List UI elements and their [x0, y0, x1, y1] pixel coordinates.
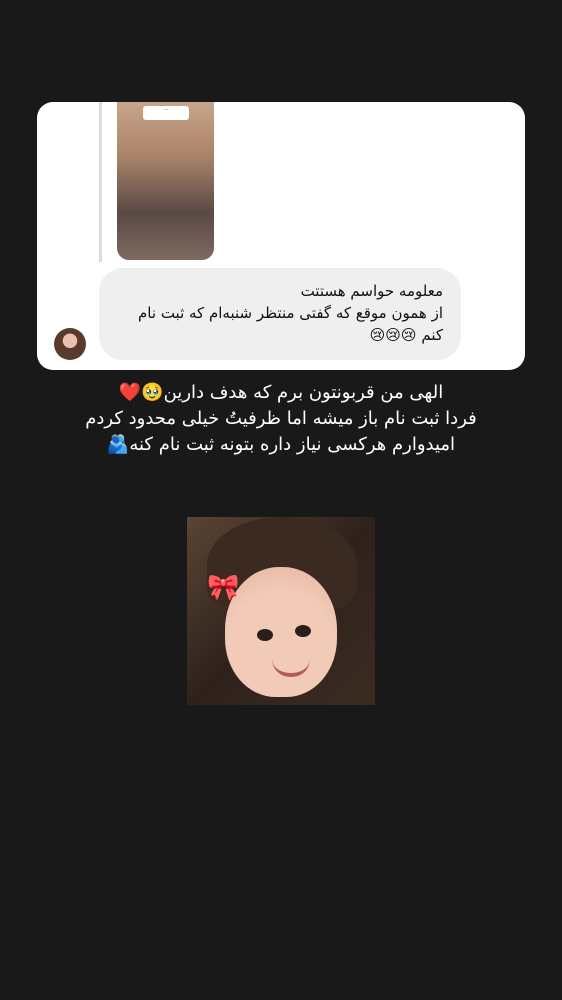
message-bubble: معلومه حواسم هستتت از همون موقع که گفتی …	[99, 268, 461, 360]
story-thumbnail-caption: ...	[143, 106, 189, 120]
dm-reply-card: ... معلومه حواسم هستتت از همون موقع که گ…	[37, 102, 525, 370]
caption-line: امیدوارم هرکسی نیاز داره بتونه ثبت نام ک…	[106, 434, 456, 455]
replied-story-thumbnail[interactable]: ...	[117, 102, 214, 260]
pink-bow-icon: 🎀	[207, 573, 240, 603]
photo-eye-left	[257, 629, 273, 641]
photo-eye-right	[295, 625, 311, 637]
story-caption: الهی من قربونتون برم که هدف دارین🥹❤️ فرد…	[0, 380, 562, 458]
child-photo-sticker: 🎀	[187, 517, 375, 705]
message-line: معلومه حواسم هستتت	[300, 282, 443, 300]
photo-face-shape	[225, 567, 337, 697]
message-line: کنم 😢😢😢	[369, 326, 443, 344]
caption-line: الهی من قربونتون برم که هدف دارین🥹❤️	[118, 382, 444, 403]
reply-indicator-bar	[99, 102, 102, 262]
caption-line: فردا ثبت نام باز میشه اما ظرفیتُ خیلی مح…	[85, 408, 477, 429]
message-line: از همون موقع که گفتی منتظر شنبه‌ام که ثب…	[138, 304, 443, 322]
sender-avatar[interactable]	[54, 328, 86, 360]
